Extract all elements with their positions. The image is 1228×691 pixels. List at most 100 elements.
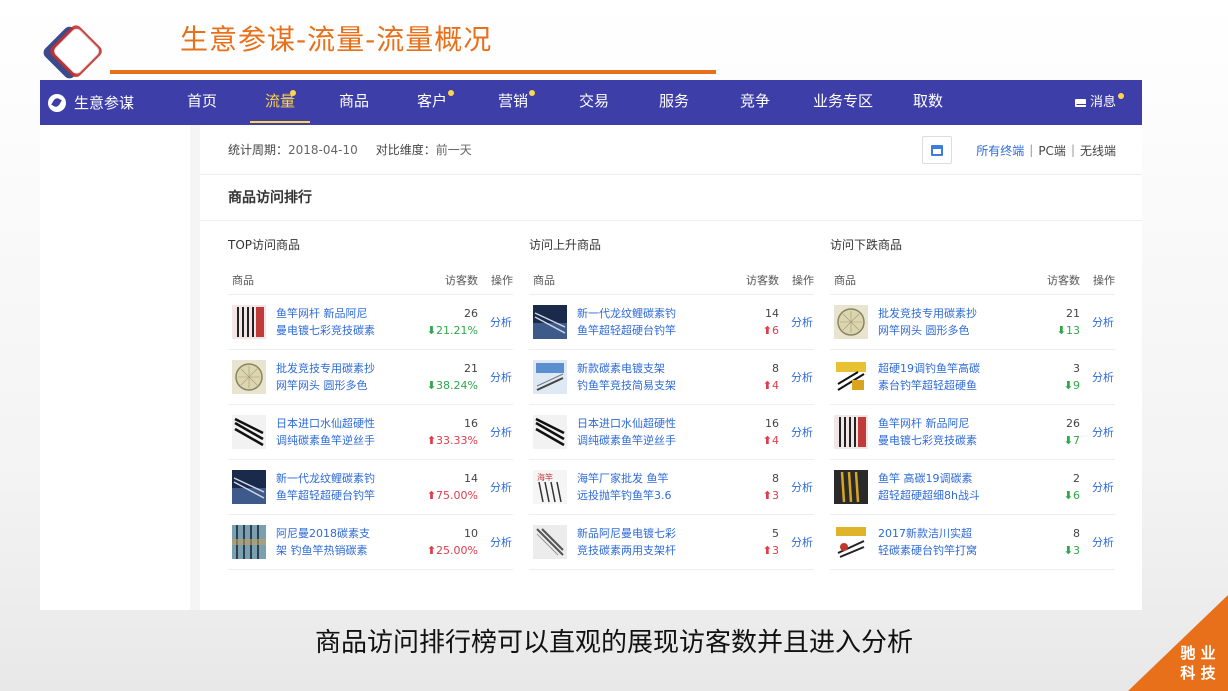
table-row: 日本进口水仙超硬性 调纯碳素鱼竿逆丝手 16 ⬆4 分析 <box>529 405 814 460</box>
product-thumbnail[interactable]: 海竿 <box>533 470 567 504</box>
terminal-wireless[interactable]: 无线端 <box>1080 142 1116 159</box>
notification-dot <box>448 90 454 96</box>
main-content: 统计周期： 2018-04-10 对比维度： 前一天 所有终端 | PC端 | … <box>200 125 1142 610</box>
analyze-link[interactable]: 分析 <box>1080 369 1114 385</box>
product-thumbnail[interactable] <box>834 360 868 394</box>
product-name-link[interactable]: 新款碳素电镀支架 钓鱼竿竞技简易支架 <box>577 360 689 394</box>
column-visitors[interactable]: 访客数 <box>1034 272 1080 288</box>
product-name-link[interactable]: 鱼竿网杆 新品阿尼 曼电镀七彩竞技碳素 <box>878 415 990 449</box>
product-thumbnail[interactable] <box>834 525 868 559</box>
table-row: 鱼竿 高碳19调碳素 超轻超硬超细8h战斗 2 ⬇6 分析 <box>830 460 1115 515</box>
visitor-stats: 26 ⬇21.21% <box>388 305 478 339</box>
table-row: 超硬19调钓鱼竿高碳 素台钓竿超轻超硬鱼 3 ⬇9 分析 <box>830 350 1115 405</box>
visitor-change: ⬆3 <box>762 489 779 502</box>
table-header: 商品 访客数 操作 <box>228 265 513 295</box>
arrow-up-icon: ⬆ <box>426 489 437 502</box>
analyze-link[interactable]: 分析 <box>1080 314 1114 330</box>
product-name-link[interactable]: 日本进口水仙超硬性 调纯碳素鱼竿逆丝手 <box>577 415 689 449</box>
product-thumbnail[interactable] <box>232 525 266 559</box>
period-label: 统计周期： <box>228 143 289 157</box>
nav-item-service[interactable]: 服务 <box>646 80 702 125</box>
product-thumbnail[interactable] <box>232 470 266 504</box>
nav-item-competition[interactable]: 竞争 <box>727 80 783 125</box>
compare-label: 对比维度： <box>375 143 436 157</box>
visitor-stats: 3 ⬇9 <box>990 360 1080 394</box>
product-name-link[interactable]: 海竿厂家批发 鱼竿 远投抛竿钓鱼竿3.6 <box>577 470 689 504</box>
arrow-down-icon: ⬇ <box>426 324 437 337</box>
date-picker-button[interactable] <box>922 136 952 164</box>
table-row: 新一代龙纹鲤碳素钓 鱼竿超轻超硬台钓竿 14 ⬆75.00% 分析 <box>228 460 513 515</box>
nav-item-trade[interactable]: 交易 <box>566 80 622 125</box>
analyze-link[interactable]: 分析 <box>478 314 512 330</box>
nav-item-data[interactable]: 取数 <box>900 80 956 125</box>
product-thumbnail[interactable] <box>533 305 567 339</box>
analyze-link[interactable]: 分析 <box>779 534 813 550</box>
visitor-stats: 14 ⬆6 <box>689 305 779 339</box>
product-thumbnail[interactable] <box>533 415 567 449</box>
column-visitors[interactable]: 访客数 <box>733 272 779 288</box>
table-row: 批发竞技专用碳素抄 网竿网头 圆形多色 21 ⬇13 分析 <box>830 295 1115 350</box>
product-thumbnail[interactable] <box>834 415 868 449</box>
product-name-link[interactable]: 鱼竿 高碳19调碳素 超轻超硬超细8h战斗 <box>878 470 990 504</box>
product-thumbnail[interactable] <box>834 305 868 339</box>
arrow-down-icon: ⬇ <box>1056 324 1066 337</box>
visitor-count: 16 <box>464 417 478 430</box>
analyze-link[interactable]: 分析 <box>1080 534 1114 550</box>
analyze-link[interactable]: 分析 <box>779 479 813 495</box>
product-thumbnail[interactable] <box>533 360 567 394</box>
product-name-link[interactable]: 新品阿尼曼电镀七彩 竞技碳素两用支架杆 <box>577 525 689 559</box>
visitor-stats: 10 ⬆25.00% <box>388 525 478 559</box>
column-visitors[interactable]: 访客数 <box>432 272 478 288</box>
arrow-up-icon: ⬆ <box>426 544 437 557</box>
product-name-link[interactable]: 阿尼曼2018碳素支 架 钓鱼竿热销碳素 <box>276 525 388 559</box>
analyze-link[interactable]: 分析 <box>779 424 813 440</box>
visitor-change: ⬆75.00% <box>426 489 478 502</box>
table-row: 2017新款洁川实超 轻碳素硬台钓竿打窝 8 ⬇3 分析 <box>830 515 1115 570</box>
visitor-count: 26 <box>464 307 478 320</box>
product-name-link[interactable]: 新一代龙纹鲤碳素钓 鱼竿超轻超硬台钓竿 <box>276 470 388 504</box>
nav-item-customers[interactable]: 客户 <box>404 80 460 125</box>
analyze-link[interactable]: 分析 <box>478 479 512 495</box>
product-name-link[interactable]: 批发竞技专用碳素抄 网竿网头 圆形多色 <box>276 360 388 394</box>
nav-item-traffic[interactable]: 流量 <box>250 80 310 125</box>
visitor-change: ⬆4 <box>762 434 779 447</box>
analyze-link[interactable]: 分析 <box>779 314 813 330</box>
nav-item-business-zone[interactable]: 业务专区 <box>803 80 883 125</box>
nav-item-marketing[interactable]: 营销 <box>485 80 541 125</box>
analyze-link[interactable]: 分析 <box>1080 479 1114 495</box>
product-thumbnail[interactable] <box>834 470 868 504</box>
visitor-count: 14 <box>464 472 478 485</box>
product-thumbnail[interactable] <box>232 305 266 339</box>
nav-item-products[interactable]: 商品 <box>326 80 382 125</box>
app-window: 生意参谋 首页 流量 商品 客户 营销 交易 服务 竞争 业务专区 取数 消息 … <box>40 80 1142 610</box>
analyze-link[interactable]: 分析 <box>478 369 512 385</box>
product-name-link[interactable]: 2017新款洁川实超 轻碳素硬台钓竿打窝 <box>878 525 990 559</box>
product-name-link[interactable]: 日本进口水仙超硬性 调纯碳素鱼竿逆丝手 <box>276 415 388 449</box>
product-thumbnail[interactable] <box>533 525 567 559</box>
nav-item-home[interactable]: 首页 <box>174 80 230 125</box>
analyze-link[interactable]: 分析 <box>1080 424 1114 440</box>
analyze-link[interactable]: 分析 <box>478 534 512 550</box>
sidebar <box>40 125 190 610</box>
terminal-switch: 所有终端 | PC端 | 无线端 <box>976 142 1116 159</box>
brand[interactable]: 生意参谋 <box>40 92 168 113</box>
messages-button[interactable]: 消息 <box>1074 80 1124 125</box>
product-name-link[interactable]: 超硬19调钓鱼竿高碳 素台钓竿超轻超硬鱼 <box>878 360 990 394</box>
envelope-icon <box>1074 98 1086 107</box>
table-row: 日本进口水仙超硬性 调纯碳素鱼竿逆丝手 16 ⬆33.33% 分析 <box>228 405 513 460</box>
terminal-pc[interactable]: PC端 <box>1038 142 1066 159</box>
title-underline <box>110 70 716 74</box>
product-name-link[interactable]: 批发竞技专用碳素抄 网竿网头 圆形多色 <box>878 305 990 339</box>
table-row: 鱼竿网杆 新品阿尼 曼电镀七彩竞技碳素 26 ⬇7 分析 <box>830 405 1115 460</box>
product-name-link[interactable]: 鱼竿网杆 新品阿尼 曼电镀七彩竞技碳素 <box>276 305 388 339</box>
product-thumbnail[interactable] <box>232 360 266 394</box>
product-name-link[interactable]: 新一代龙纹鲤碳素钓 鱼竿超轻超硬台钓竿 <box>577 305 689 339</box>
terminal-all[interactable]: 所有终端 <box>976 142 1024 159</box>
analyze-link[interactable]: 分析 <box>478 424 512 440</box>
compare-value: 前一天 <box>435 143 472 157</box>
calendar-icon <box>931 144 943 156</box>
analyze-link[interactable]: 分析 <box>779 369 813 385</box>
table-row: 鱼竿网杆 新品阿尼 曼电镀七彩竞技碳素 26 ⬇21.21% 分析 <box>228 295 513 350</box>
visitor-count: 8 <box>1073 527 1080 540</box>
product-thumbnail[interactable] <box>232 415 266 449</box>
